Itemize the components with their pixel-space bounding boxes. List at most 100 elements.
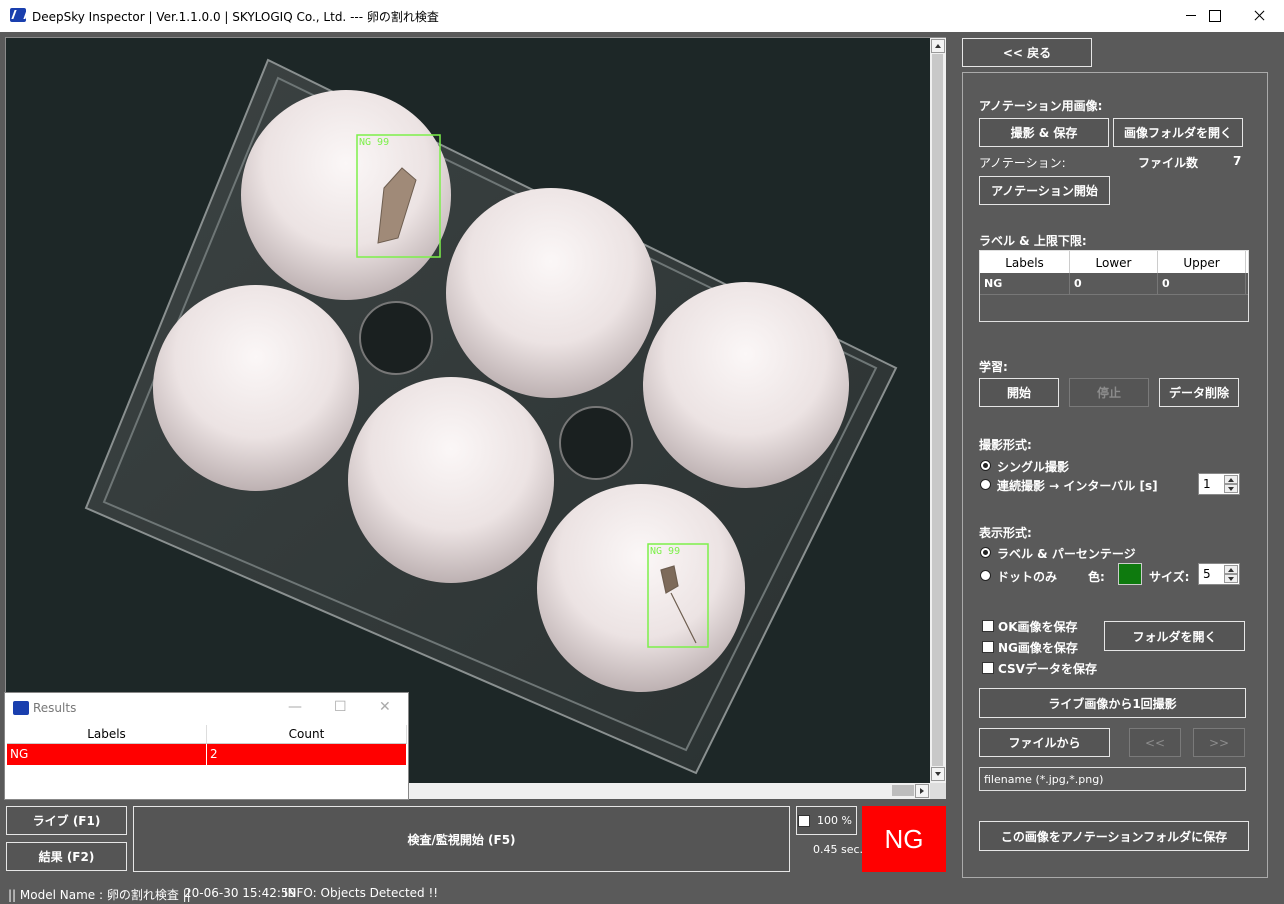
capture-save-button[interactable]: 撮影 & 保存 (979, 118, 1109, 147)
horizontal-scroll-thumb[interactable] (892, 785, 914, 796)
scroll-corner (930, 783, 946, 799)
egg (643, 282, 849, 488)
continuous-capture-radio[interactable] (980, 479, 991, 490)
live-button[interactable]: ライブ (F1) (6, 806, 127, 835)
stepper-up-icon[interactable] (1224, 565, 1238, 574)
open-folder-button[interactable]: フォルダを開く (1104, 621, 1245, 651)
dot-only-label: ドットのみ (997, 570, 1058, 584)
single-capture-radio[interactable] (980, 460, 991, 471)
inspection-time: 0.45 sec. (813, 843, 864, 856)
column-header[interactable]: Labels (980, 251, 1070, 273)
detection-label: NG 99 (359, 137, 389, 148)
from-file-button[interactable]: ファイルから (979, 728, 1110, 757)
display-mode-heading: 表示形式: (979, 526, 1032, 540)
results-close-icon[interactable]: ✕ (379, 699, 391, 715)
results-button[interactable]: 結果 (F2) (6, 842, 127, 871)
learning-heading: 学習: (979, 360, 1008, 374)
label-percentage-label: ラベル & パーセンテージ (997, 547, 1136, 561)
label-percentage-radio[interactable] (980, 547, 991, 558)
label-limits-header: Labels Lower Upper (980, 251, 1248, 273)
egg (348, 377, 554, 583)
prev-image-button[interactable]: << (1129, 728, 1181, 757)
stepper-down-icon[interactable] (1224, 574, 1238, 583)
status-info: INFO: Objects Detected !! (284, 886, 439, 900)
column-header[interactable]: Labels (7, 725, 207, 743)
label-cell[interactable]: NG (980, 273, 1070, 294)
close-icon[interactable] (1236, 0, 1282, 32)
file-count-label: ファイル数 (1138, 156, 1199, 170)
interval-stepper[interactable]: 1 (1198, 473, 1240, 495)
upper-cell[interactable]: 0 (1158, 273, 1246, 294)
train-start-button[interactable]: 開始 (979, 378, 1059, 407)
label-limits-heading: ラベル & 上限下限: (979, 234, 1087, 248)
inspection-image: NG 99 NG 99 (6, 38, 930, 783)
capture-from-live-button[interactable]: ライブ画像から1回撮影 (979, 688, 1246, 718)
capture-mode-heading: 撮影形式: (979, 438, 1032, 452)
status-bar: || Model Name : 卵の割れ検査 || 20-06-30 15:42… (0, 882, 1284, 904)
open-image-folder-button[interactable]: 画像フォルダを開く (1113, 118, 1243, 147)
save-ng-label: NG画像を保存 (998, 641, 1078, 655)
save-to-annotation-button[interactable]: この画像をアノテーションフォルダに保存 (979, 821, 1249, 851)
annotation-image-heading: アノテーション用画像: (979, 99, 1103, 113)
tray-cup (359, 301, 433, 375)
label-limits-table[interactable]: Labels Lower Upper NG 0 0 (979, 250, 1249, 322)
color-label: 色: (1088, 570, 1105, 584)
interval-value: 1 (1203, 477, 1211, 491)
scroll-up-icon[interactable] (931, 39, 945, 53)
stepper-down-icon[interactable] (1224, 484, 1238, 493)
results-window[interactable]: Results — ☐ ✕ Labels Count NG 2 (4, 692, 409, 800)
train-stop-button[interactable]: 停止 (1069, 378, 1149, 407)
scroll-down-icon[interactable] (931, 767, 945, 781)
app-logo-icon (10, 8, 26, 22)
table-row[interactable]: NG 2 (7, 744, 407, 765)
size-label: サイズ: (1149, 570, 1190, 584)
back-button[interactable]: << 戻る (962, 38, 1092, 67)
column-header[interactable]: Count (207, 725, 407, 743)
maximize-icon[interactable] (1191, 0, 1237, 32)
egg (446, 188, 656, 398)
zoom-value: 100 % (817, 814, 852, 827)
inspect-start-button[interactable]: 検査/監視開始 (F5) (133, 806, 790, 872)
single-capture-label: シングル撮影 (997, 460, 1070, 474)
dot-only-radio[interactable] (980, 570, 991, 581)
results-title: Results (33, 701, 77, 715)
verdict-badge: NG (862, 806, 946, 872)
size-value: 5 (1203, 567, 1211, 581)
detection-label: NG 99 (650, 546, 680, 557)
dot-color-swatch[interactable] (1118, 563, 1142, 585)
file-count-value: 7 (1233, 154, 1242, 168)
column-header[interactable]: Upper (1158, 251, 1246, 273)
filename-field[interactable]: filename (*.jpg,*.png) (979, 767, 1246, 791)
results-table: Labels Count NG 2 (7, 725, 407, 765)
results-header: Labels Count (7, 725, 407, 744)
results-maximize-icon[interactable]: ☐ (334, 699, 347, 715)
stepper-up-icon[interactable] (1224, 475, 1238, 484)
status-model: || Model Name : 卵の割れ検査 || (8, 888, 191, 902)
annotation-label: アノテーション: (979, 156, 1066, 170)
save-ng-checkbox[interactable] (982, 641, 994, 653)
vertical-scroll-thumb[interactable] (932, 54, 943, 766)
table-row[interactable]: NG 0 0 (980, 273, 1248, 295)
delete-data-button[interactable]: データ削除 (1159, 378, 1239, 407)
vertical-scrollbar[interactable] (930, 38, 946, 783)
results-minimize-icon[interactable]: — (288, 699, 302, 715)
egg (153, 285, 359, 491)
save-ok-label: OK画像を保存 (998, 620, 1078, 634)
status-timestamp: 20-06-30 15:42:59 (184, 886, 297, 900)
save-csv-label: CSVデータを保存 (998, 662, 1097, 676)
result-label-cell: NG (7, 744, 207, 765)
save-csv-checkbox[interactable] (982, 662, 994, 674)
annotation-start-button[interactable]: アノテーション開始 (979, 176, 1110, 205)
column-header[interactable]: Lower (1070, 251, 1158, 273)
image-viewport[interactable]: NG 99 NG 99 (5, 37, 946, 799)
window-title: DeepSky Inspector | Ver.1.1.0.0 | SKYLOG… (32, 10, 439, 24)
egg-tray-image: NG 99 NG 99 (6, 38, 930, 783)
save-ok-checkbox[interactable] (982, 620, 994, 632)
scroll-right-icon[interactable] (915, 784, 929, 798)
size-stepper[interactable]: 5 (1198, 563, 1240, 585)
next-image-button[interactable]: >> (1193, 728, 1245, 757)
lower-cell[interactable]: 0 (1070, 273, 1158, 294)
result-count-cell: 2 (207, 744, 407, 765)
results-app-icon (13, 701, 29, 715)
zoom-checkbox[interactable] (798, 815, 810, 827)
